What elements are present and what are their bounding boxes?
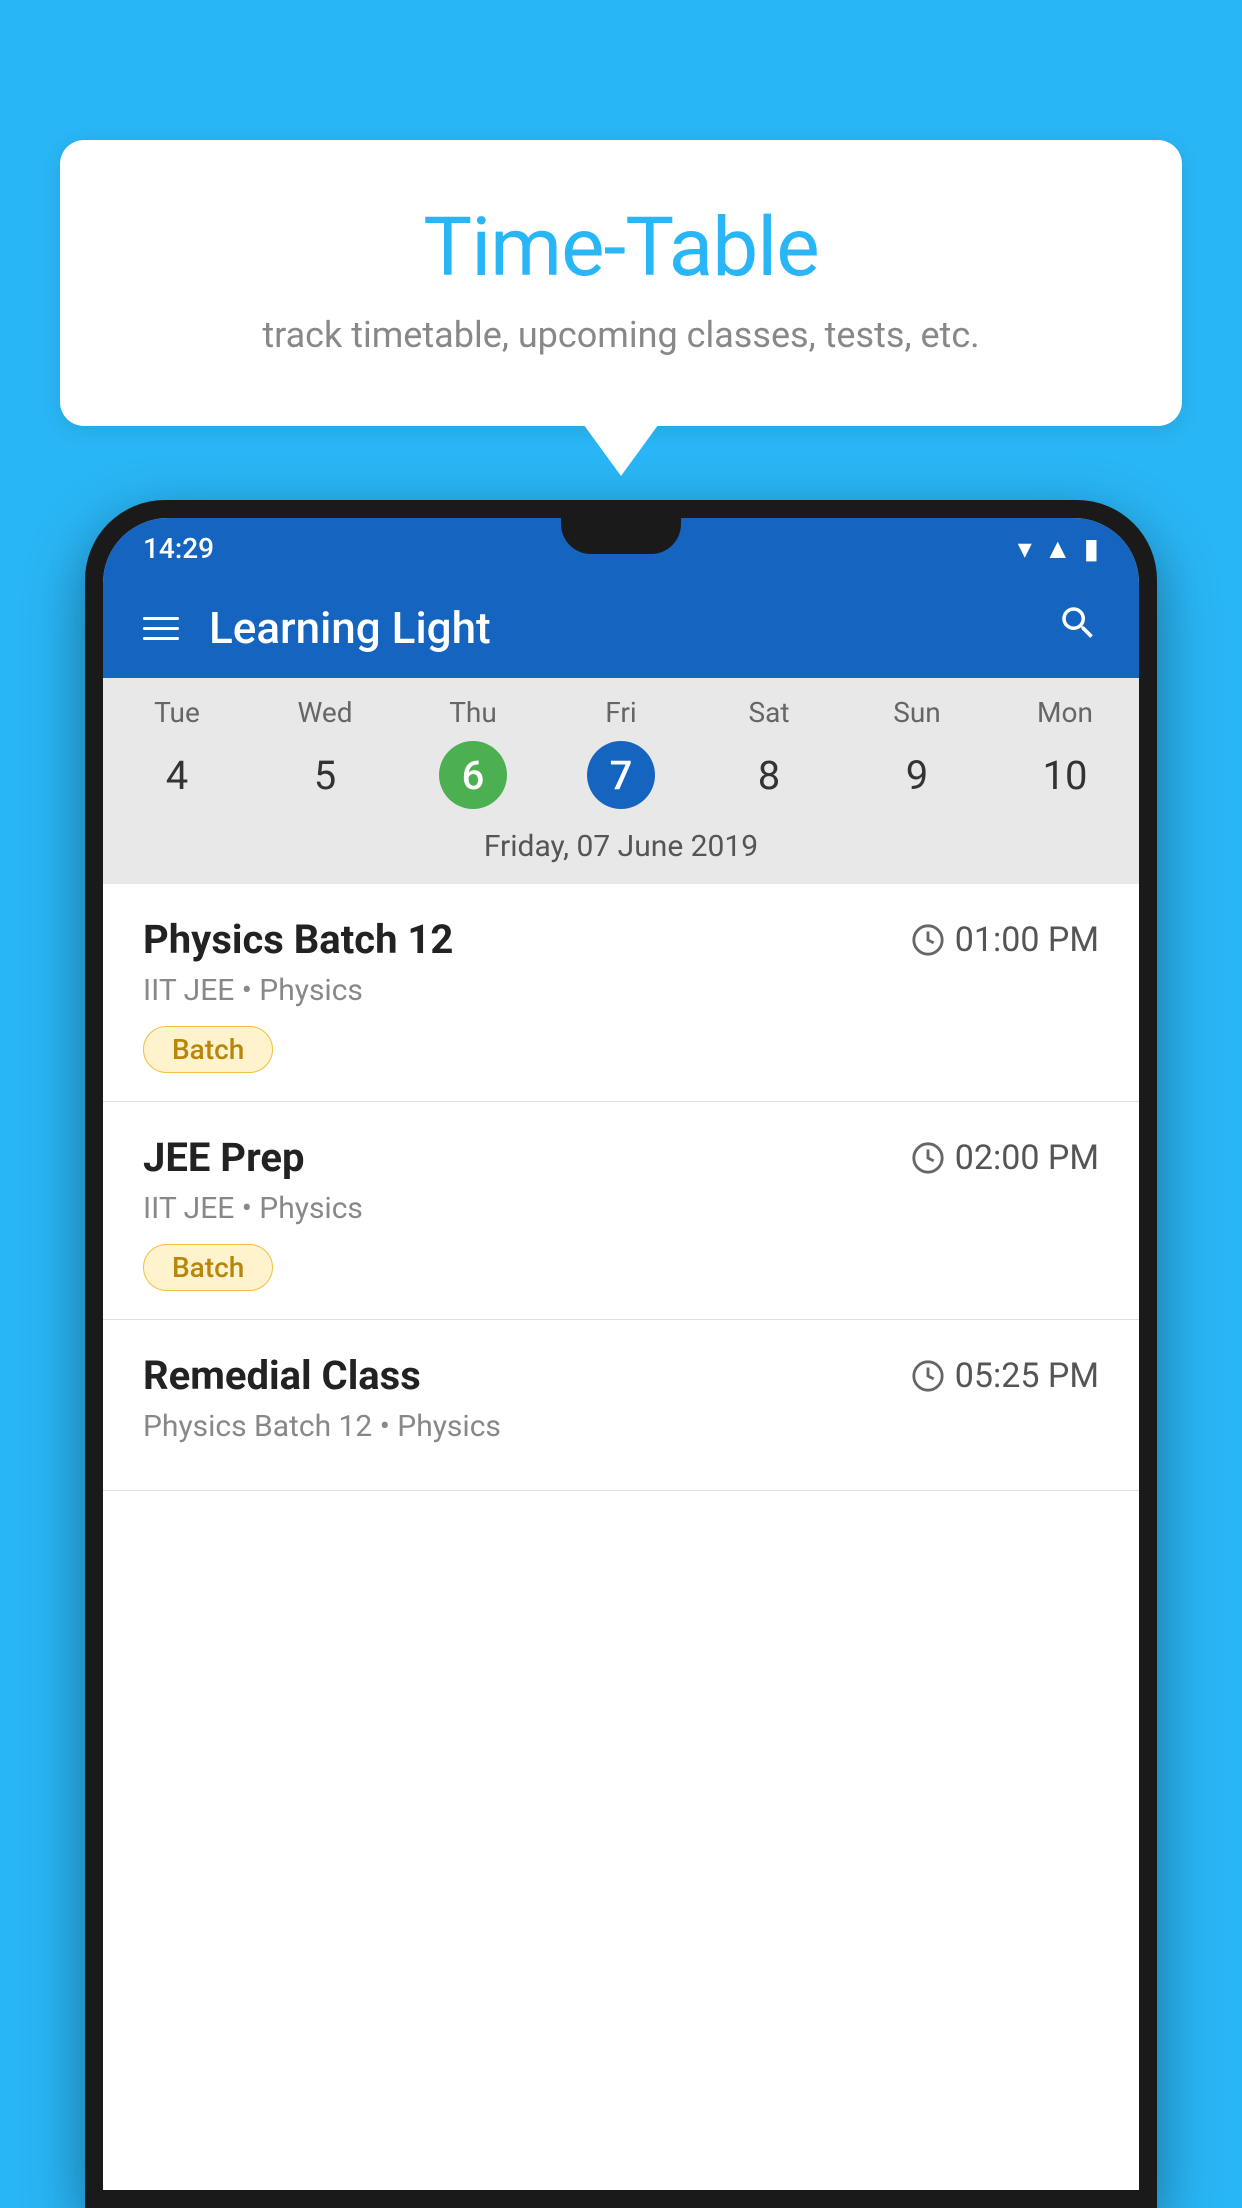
- phone-content: Tue 4 Wed 5 Thu 6 Fri 7 Sat 8 Sun 9 Mon 10 Friday, 07…: [103, 678, 1139, 2190]
- day-number-label: 5: [291, 741, 359, 809]
- clock-icon: [911, 1141, 945, 1175]
- speech-bubble-area: Time-Table track timetable, upcoming cla…: [60, 140, 1182, 426]
- phone-frame: 14:29 ▾ ▲ ▮ Learning Light: [85, 500, 1157, 2208]
- day-number-label: 10: [1031, 741, 1099, 809]
- day-number-label: 6: [439, 741, 507, 809]
- day-number-label: 8: [735, 741, 803, 809]
- schedule-time-text: 05:25 PM: [955, 1356, 1099, 1396]
- schedule-item-title: Remedial Class: [143, 1352, 421, 1399]
- schedule-item-time: 01:00 PM: [911, 920, 1099, 960]
- schedule-item[interactable]: Physics Batch 12 01:00 PM IIT JEE • Physic…: [103, 884, 1139, 1102]
- status-time: 14:29: [143, 532, 214, 565]
- calendar-day-fri[interactable]: Fri 7: [547, 696, 695, 809]
- schedule-time-text: 01:00 PM: [955, 920, 1099, 960]
- batch-badge: Batch: [143, 1244, 273, 1291]
- day-name-label: Tue: [103, 696, 251, 729]
- schedule-item-title: Physics Batch 12: [143, 916, 453, 963]
- schedule-item-subject: IIT JEE • Physics: [143, 1191, 1099, 1226]
- menu-icon[interactable]: [143, 617, 179, 640]
- bubble-subtitle: track timetable, upcoming classes, tests…: [140, 314, 1102, 356]
- schedule-item-subject: Physics Batch 12 • Physics: [143, 1409, 1099, 1444]
- batch-badge: Batch: [143, 1026, 273, 1073]
- clock-icon: [911, 1359, 945, 1393]
- schedule-container: Physics Batch 12 01:00 PM IIT JEE • Physic…: [103, 884, 1139, 2190]
- calendar-date-label: Friday, 07 June 2019: [103, 815, 1139, 884]
- day-name-label: Fri: [547, 696, 695, 729]
- day-number-label: 4: [143, 741, 211, 809]
- status-icons: ▾ ▲ ▮: [1018, 532, 1099, 565]
- calendar-week[interactable]: Tue 4 Wed 5 Thu 6 Fri 7 Sat 8 Sun 9 Mon 10: [103, 678, 1139, 815]
- schedule-item-subject: IIT JEE • Physics: [143, 973, 1099, 1008]
- battery-icon: ▮: [1084, 532, 1099, 565]
- phone-notch: [561, 518, 681, 554]
- day-name-label: Wed: [251, 696, 399, 729]
- calendar-day-mon[interactable]: Mon 10: [991, 696, 1139, 809]
- search-icon[interactable]: [1057, 602, 1099, 655]
- schedule-item-time: 02:00 PM: [911, 1138, 1099, 1178]
- day-number-label: 7: [587, 741, 655, 809]
- schedule-item-title: JEE Prep: [143, 1134, 304, 1181]
- calendar-day-sat[interactable]: Sat 8: [695, 696, 843, 809]
- schedule-item-time: 05:25 PM: [911, 1356, 1099, 1396]
- day-name-label: Sun: [843, 696, 991, 729]
- day-number-label: 9: [883, 741, 951, 809]
- schedule-time-text: 02:00 PM: [955, 1138, 1099, 1178]
- calendar-day-wed[interactable]: Wed 5: [251, 696, 399, 809]
- schedule-item[interactable]: JEE Prep 02:00 PM IIT JEE • Physics Batch: [103, 1102, 1139, 1320]
- calendar-day-tue[interactable]: Tue 4: [103, 696, 251, 809]
- clock-icon: [911, 923, 945, 957]
- wifi-icon: ▾: [1018, 532, 1032, 565]
- speech-bubble: Time-Table track timetable, upcoming cla…: [60, 140, 1182, 426]
- day-name-label: Sat: [695, 696, 843, 729]
- app-title: Learning Light: [209, 602, 1057, 654]
- calendar-day-thu[interactable]: Thu 6: [399, 696, 547, 809]
- day-name-label: Thu: [399, 696, 547, 729]
- phone-inner: 14:29 ▾ ▲ ▮ Learning Light: [103, 518, 1139, 2190]
- signal-icon: ▲: [1044, 532, 1072, 565]
- bubble-title: Time-Table: [140, 200, 1102, 296]
- calendar-day-sun[interactable]: Sun 9: [843, 696, 991, 809]
- schedule-item[interactable]: Remedial Class 05:25 PM Physics Batch 12 •…: [103, 1320, 1139, 1491]
- day-name-label: Mon: [991, 696, 1139, 729]
- app-bar: Learning Light: [103, 578, 1139, 678]
